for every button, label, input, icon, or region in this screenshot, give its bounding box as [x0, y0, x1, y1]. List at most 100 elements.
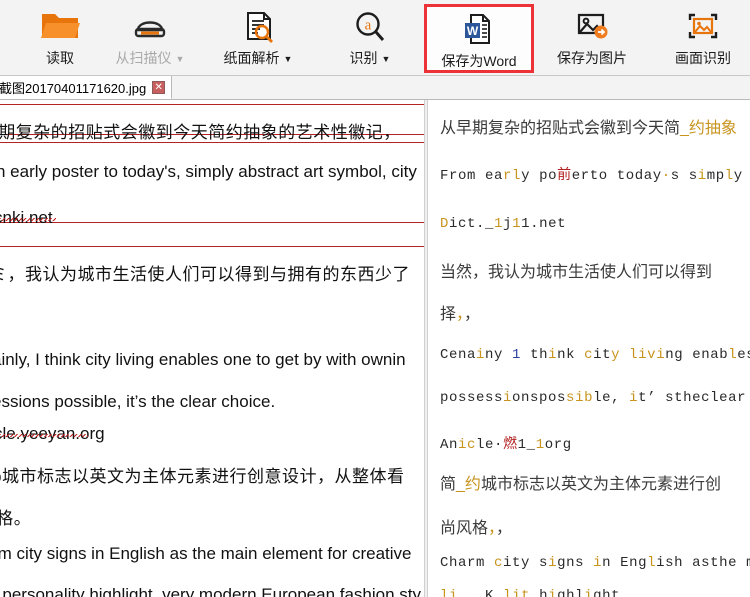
ocr-result-pane[interactable]: 从早期复杂的招贴式会徽到今天简_约抽象 From early po前erto to…: [430, 100, 750, 597]
ocr-text-run: nk: [557, 347, 585, 363]
svg-text:a: a: [365, 18, 372, 34]
ocr-low-confidence-text: i: [584, 588, 594, 597]
toolbar-button-save-as-image[interactable]: 保存为图片: [545, 4, 639, 72]
folder-open-icon: [40, 6, 80, 46]
spellcheck-squiggle: [0, 434, 88, 437]
ocr-text-line: Charm city signs in English asthe main: [440, 555, 750, 571]
ocr-text-line: Anicle·燃1_1org: [440, 433, 572, 453]
ocr-low-confidence-text: ·: [661, 168, 671, 184]
ocr-text-run: Cena: [440, 347, 477, 363]
ocr-low-confidence-text: D: [440, 216, 450, 232]
source-text-line: n early poster to today's, simply abstra…: [0, 162, 417, 181]
ocr-text-run: onspos: [512, 390, 567, 406]
chevron-down-icon[interactable]: ▼: [382, 54, 391, 64]
toolbar-label-from-scanner: 从扫描仪 ▼: [116, 50, 185, 66]
ocr-text-line: 择，，: [440, 300, 480, 324]
ocr-text-run: ny: [485, 347, 513, 363]
ocr-low-confidence-text: i: [503, 390, 513, 406]
document-tab-bar: 截图20170401171620.jpg ✕: [0, 76, 750, 100]
ocr-low-confidence-text: i: [548, 555, 558, 571]
document-tab[interactable]: 截图20170401171620.jpg ✕: [0, 76, 173, 99]
word-document-icon: W: [461, 9, 497, 49]
ocr-text-run: 城市标志以英文为主体元素进行创: [480, 476, 721, 493]
ocr-low-confidence-text: ib: [575, 390, 594, 406]
ocr-low-confidence-text: i: [476, 347, 486, 363]
ocr-low-confidence-text: i: [629, 390, 639, 406]
ocr-text-line: possessionspossible, it’ stheclear choi: [440, 390, 750, 406]
ocr-text-line: 当然，我认为城市生活使人们可以得到: [440, 258, 712, 282]
pane-divider[interactable]: [424, 100, 428, 597]
ocr-low-confidence-text: i: [656, 347, 666, 363]
ocr-low-confidence-text: i: [638, 347, 648, 363]
ocr-text-run: y po: [521, 168, 558, 184]
ocr-text-run: ，: [464, 306, 481, 323]
ocr-low-confidence-text: l: [724, 168, 734, 184]
toolbar-button-save-as-word[interactable]: W 保存为Word: [424, 4, 534, 73]
ocr-low-confidence-text: r: [503, 168, 513, 184]
ocr-region-rule: [0, 104, 424, 105]
toolbar-label-open: 读取: [46, 50, 74, 66]
ocr-text-run: le·: [476, 437, 504, 453]
ocr-low-confidence-text: l: [647, 555, 657, 571]
ocr-text-run: ghl: [557, 588, 585, 597]
ocr-low-confidence-text: i: [548, 347, 558, 363]
ocr-low-confidence-text: i: [593, 555, 603, 571]
ocr-text-line: Cenainy 1 think city living enables one: [440, 347, 750, 363]
ocr-text-run: 简: [440, 476, 457, 493]
letter-a-search-icon: a: [350, 6, 390, 46]
close-icon[interactable]: ✕: [152, 80, 166, 94]
source-text-line: ミ，我认为城市生活使人们可以得到与拥有的东西少了: [0, 265, 410, 284]
ocr-text-run: le,: [593, 390, 630, 406]
ocr-low-confidence-text: c: [494, 555, 504, 571]
toolbar-text-screen-ocr: 画面识别: [675, 50, 731, 66]
ocr-text-run: s s: [670, 168, 698, 184]
ocr-text-run: 1_: [517, 437, 536, 453]
source-text-line: essions possible, it’s the clear choice.: [0, 392, 276, 411]
ocr-text-line: Dict._1j11.net: [440, 216, 566, 232]
ocr-low-confidence-text: l: [512, 168, 522, 184]
ocr-low-confidence-text: i: [697, 168, 707, 184]
ocr-text-run: 当然，我认为城市生活使人们可以得到: [440, 264, 713, 281]
ocr-text-line: li...K lit highlight: [440, 588, 620, 597]
source-text-line: b城市标志以英文为主体元素进行创意设计，从整体看: [0, 467, 405, 486]
ocr-low-confidence-text: y l: [611, 347, 639, 363]
ocr-low-confidence-text: 约抽象: [688, 120, 737, 137]
ocr-text-run: 1.net: [521, 216, 567, 232]
toolbar-button-page-analysis[interactable]: 纸面解析 ▼: [210, 4, 306, 72]
scanner-icon: [130, 6, 170, 46]
ocr-text-run: ，: [496, 520, 513, 537]
ocr-region-rule: [0, 246, 424, 247]
ocr-text-run: An: [440, 437, 459, 453]
source-image-pane[interactable]: l期复杂的招贴式会徽到今天简约抽象的艺术性徽记， n early poster t…: [0, 100, 425, 597]
toolbar-label-save-as-word: 保存为Word: [441, 53, 516, 69]
ocr-text-run: th: [521, 347, 549, 363]
ocr-text-run: ict._: [449, 216, 495, 232]
toolbar-text-save-as-word: 保存为Word: [441, 53, 517, 69]
ocr-low-confidence-text: li: [440, 588, 459, 597]
toolbar-button-open[interactable]: 读取: [14, 4, 106, 72]
toolbar-button-from-scanner[interactable]: 从扫描仪 ▼: [104, 4, 196, 72]
ocr-text-run: ea: [485, 168, 504, 184]
ocr-low-confidence-text: 1: [512, 216, 522, 232]
ocr-text-run: h: [530, 588, 549, 597]
ocr-text-run: it: [593, 347, 612, 363]
ocr-low-confidence-text: _: [680, 120, 689, 137]
toolbar-label-save-as-image: 保存为图片: [557, 50, 627, 66]
svg-text:W: W: [467, 24, 479, 38]
chevron-down-icon[interactable]: ▼: [176, 54, 185, 64]
chevron-down-icon[interactable]: ▼: [284, 54, 293, 64]
ocr-text-run: From: [440, 168, 486, 184]
ocr-low-confidence-text: 1: [535, 437, 545, 453]
ocr-low-confidence-text: _: [456, 476, 465, 493]
toolbar-text-from-scanner: 从扫描仪: [115, 50, 172, 66]
source-text-line: ainly, I think city living enables one t…: [0, 350, 406, 369]
main-toolbar: 读取 从扫描仪 ▼ 纸面解析 ▼ a 识别 ▼ W 保存为Word 保存为图片 …: [0, 0, 750, 76]
document-tab-label: 截图20170401171620.jpg: [0, 80, 147, 96]
ocr-low-confidence-text: c: [584, 347, 594, 363]
ocr-text-run: 尚风格: [440, 520, 489, 537]
toolbar-button-recognize[interactable]: a 识别 ▼: [330, 4, 410, 72]
toolbar-button-screen-ocr[interactable]: 画面识别: [660, 4, 746, 72]
ocr-text-line: 简_约城市标志以英文为主体元素进行创: [440, 470, 721, 494]
ocr-low-confidence-text: lit: [503, 588, 531, 597]
ocr-text-line: 尚风格，，: [440, 514, 512, 538]
